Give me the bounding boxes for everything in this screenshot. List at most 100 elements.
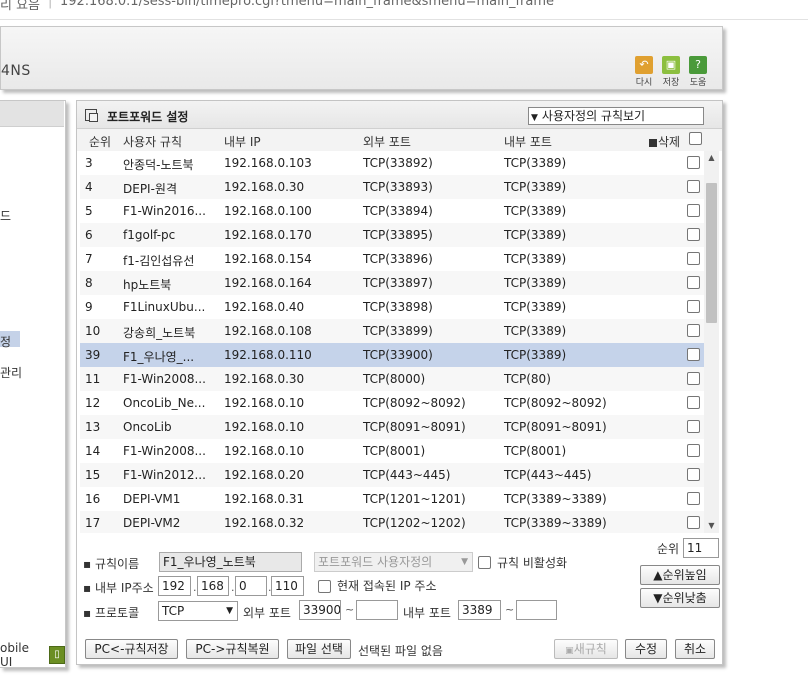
menu-item-fragment[interactable]: 드 — [0, 207, 11, 224]
rule-view-select[interactable]: ▼ 사용자정의 규칙보기 — [528, 107, 704, 125]
undo-button[interactable]: ↶ 다시 — [633, 56, 655, 88]
delete-row-checkbox[interactable] — [687, 324, 700, 340]
modify-button[interactable]: 수정 — [625, 639, 667, 659]
current-ip-checkbox[interactable] — [318, 580, 331, 593]
rule-name-input[interactable]: F1_우나영_노트북 — [159, 552, 302, 572]
internal-port-to[interactable] — [516, 600, 557, 620]
table-row[interactable]: 13 OncoLib 192.168.0.10 TCP(8091~8091) TCP(8… — [80, 415, 704, 439]
cell-rule: DEPI-원격 — [123, 182, 178, 196]
table-row[interactable]: 5 F1-Win2016... 192.168.0.100 TCP(33894) TCP… — [80, 199, 704, 223]
cell-rule: F1-Win2008... — [123, 444, 206, 458]
scroll-up-icon[interactable]: ▲ — [704, 151, 719, 165]
delete-row-checkbox[interactable] — [687, 420, 700, 436]
delete-row-checkbox[interactable] — [687, 276, 700, 292]
delete-row-checkbox[interactable] — [687, 372, 700, 388]
protocol-select[interactable]: TCP ▼ — [158, 601, 238, 621]
menu-item-fragment[interactable]: 관리 — [0, 364, 22, 381]
external-port-label: 외부 포트 — [243, 606, 291, 620]
external-port-to[interactable] — [356, 600, 398, 620]
table-header: 순위 사용자 규칙 내부 IP 외부 포트 내부 포트 삭제 — [77, 129, 722, 151]
delete-row-checkbox[interactable] — [687, 156, 700, 172]
disable-rule-checkbox[interactable] — [478, 556, 491, 569]
cell-internal-port: TCP(8091~8091) — [504, 420, 607, 434]
cell-internal-ip: 192.168.0.20 — [224, 468, 305, 482]
ip-octet-3[interactable]: 0 — [235, 576, 267, 596]
cell-rank: 8 — [85, 276, 93, 290]
table-row[interactable]: 3 안종덕-노트북 192.168.0.103 TCP(33892) TCP(3389) — [80, 151, 704, 175]
table-row[interactable]: 11 F1-Win2008... 192.168.0.30 TCP(8000) TCP(… — [80, 367, 704, 391]
cell-external-port: TCP(443~445) — [363, 468, 451, 482]
delete-row-checkbox[interactable] — [687, 228, 700, 244]
delete-row-checkbox[interactable] — [687, 468, 700, 484]
delete-row-checkbox[interactable] — [687, 300, 700, 316]
brand-logo: 4NS — [1, 63, 31, 79]
internal-port-from[interactable]: 3389 — [458, 600, 501, 620]
table-row[interactable]: 8 hp노트북 192.168.0.164 TCP(33897) TCP(3389) — [80, 271, 704, 295]
table-row[interactable]: 6 f1golf-pc 192.168.0.170 TCP(33895) TCP(338… — [80, 223, 704, 247]
ip-octet-4[interactable]: 110 — [271, 576, 304, 596]
scroll-thumb[interactable] — [706, 183, 717, 323]
cell-internal-ip: 192.168.0.154 — [224, 252, 312, 266]
delete-row-checkbox[interactable] — [687, 204, 700, 220]
cell-rule: F1LinuxUbu... — [123, 300, 206, 314]
protocol-label: ▪ 프로토콜 — [83, 606, 140, 620]
cell-internal-port: TCP(3389) — [504, 300, 567, 314]
cancel-button[interactable]: 취소 — [675, 639, 715, 659]
cell-rank: 16 — [85, 492, 101, 506]
delete-row-checkbox[interactable] — [687, 396, 700, 412]
ip-octet-2[interactable]: 168 — [197, 576, 229, 596]
table-row[interactable]: 15 F1-Win2012... 192.168.0.20 TCP(443~445) T… — [80, 463, 704, 487]
cell-rule: f1golf-pc — [123, 228, 176, 242]
mobile-ui-link[interactable]: obile UI ▯ — [0, 641, 65, 669]
cell-rule: F1-Win2012... — [123, 468, 206, 482]
table-row[interactable]: 17 DEPI-VM2 192.168.0.32 TCP(1202~1202) TCP(… — [80, 511, 704, 533]
rank-up-button[interactable]: ▲순위높임 — [640, 565, 720, 585]
table-row[interactable]: 10 강송희_노트북 192.168.0.108 TCP(33899) TCP(3389… — [80, 319, 704, 343]
table-row[interactable]: 9 F1LinuxUbu... 192.168.0.40 TCP(33898) TCP(… — [80, 295, 704, 319]
restore-rules-from-pc-button[interactable]: PC->규칙복원 — [186, 639, 279, 659]
save-button[interactable]: ▣ 저장 — [660, 56, 682, 88]
delete-row-checkbox[interactable] — [687, 516, 700, 532]
table-row[interactable]: 4 DEPI-원격 192.168.0.30 TCP(33893) TCP(3389) — [80, 175, 704, 199]
rank-down-button[interactable]: ▼순위낮춤 — [640, 588, 720, 608]
select-all-checkbox[interactable] — [689, 132, 702, 148]
cell-rule: 안종덕-노트북 — [123, 158, 194, 172]
cell-internal-port: TCP(8092~8092) — [504, 396, 607, 410]
external-port-from[interactable]: 33900 — [299, 600, 341, 620]
cell-rule: F1-Win2016... — [123, 204, 206, 218]
table-row[interactable]: 7 f1-김인섭유선 192.168.0.154 TCP(33896) TCP(3389… — [80, 247, 704, 271]
col-internal-port: 내부 포트 — [504, 135, 552, 149]
table-row[interactable]: 14 F1-Win2008... 192.168.0.10 TCP(8001) TCP(… — [80, 439, 704, 463]
delete-row-checkbox[interactable] — [687, 252, 700, 268]
delete-row-checkbox[interactable] — [687, 492, 700, 508]
cell-internal-ip: 192.168.0.164 — [224, 276, 312, 290]
url-text[interactable]: 192.168.0.1/sess-bin/timepro.cgi?tmenu=m… — [60, 0, 554, 9]
table-row[interactable]: 16 DEPI-VM1 192.168.0.31 TCP(1201~1201) TCP(… — [80, 487, 704, 511]
table-row[interactable]: 12 OncoLib_Ne... 192.168.0.10 TCP(8092~8092… — [80, 391, 704, 415]
ip-octet-1[interactable]: 192 — [158, 576, 191, 596]
help-button[interactable]: ? 도움 — [687, 56, 709, 88]
cell-rank: 15 — [85, 468, 101, 482]
address-bar[interactable]: 리 요음 | 192.168.0.1/sess-bin/timepro.cgi?… — [0, 0, 808, 20]
top-header: 4NS ↶ 다시 ▣ 저장 ? 도움 — [0, 26, 723, 90]
rank-input[interactable]: 11 — [683, 538, 719, 558]
save-rules-to-pc-button[interactable]: PC<-규칙저장 — [85, 639, 178, 659]
undo-label: 다시 — [635, 78, 653, 88]
rule-table-body: 3 안종덕-노트북 192.168.0.103 TCP(33892) TCP(3389)… — [80, 151, 704, 533]
delete-row-checkbox[interactable] — [687, 444, 700, 460]
table-row[interactable]: 39 F1_우나영_... 192.168.0.110 TCP(33900) TCP(3… — [80, 343, 704, 367]
delete-row-checkbox[interactable] — [687, 180, 700, 196]
cell-internal-ip: 192.168.0.110 — [224, 348, 312, 362]
cell-external-port: TCP(33896) — [363, 252, 433, 266]
menu-item-fragment[interactable]: 정 — [0, 333, 11, 350]
scroll-down-icon[interactable]: ▼ — [704, 519, 719, 533]
cell-rank: 17 — [85, 516, 101, 530]
cell-internal-ip: 192.168.0.32 — [224, 516, 305, 530]
choose-file-button[interactable]: 파일 선택 — [287, 639, 351, 659]
cell-internal-ip: 192.168.0.100 — [224, 204, 312, 218]
cell-internal-port: TCP(8001) — [504, 444, 567, 458]
rule-type-select: 포트포워드 사용자정의 ▼ — [314, 552, 473, 572]
cell-internal-ip: 192.168.0.108 — [224, 324, 312, 338]
delete-row-checkbox[interactable] — [687, 348, 700, 364]
table-scrollbar[interactable]: ▲ ▼ — [704, 151, 719, 533]
